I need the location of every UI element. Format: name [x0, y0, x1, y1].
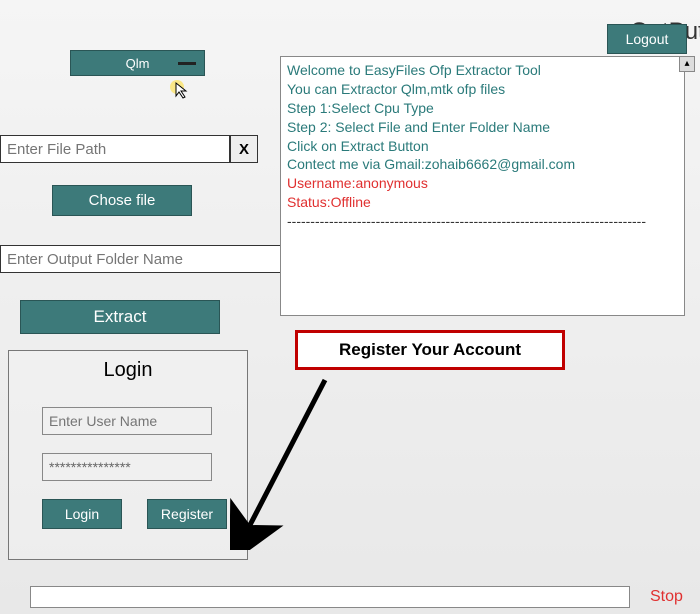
scroll-up-button[interactable]: ▴: [679, 56, 695, 72]
extract-button[interactable]: Extract: [20, 300, 220, 334]
cursor-icon: [170, 80, 192, 102]
cpu-type-dropdown[interactable]: Qlm: [70, 50, 205, 76]
annotation-callout: Register Your Account: [295, 330, 565, 370]
progress-bar: [30, 586, 630, 608]
annotation-text: Register Your Account: [339, 340, 521, 360]
stop-button[interactable]: Stop: [650, 588, 683, 606]
log-status: Status:Offline: [287, 193, 678, 212]
clear-filepath-button[interactable]: X: [230, 135, 258, 163]
choose-file-button[interactable]: Chose file: [52, 185, 192, 216]
dropdown-caret-icon: [178, 62, 196, 65]
login-title: Login: [17, 359, 239, 382]
register-button[interactable]: Register: [147, 499, 227, 529]
log-username: Username:anonymous: [287, 174, 678, 193]
logout-button[interactable]: Logout: [607, 24, 687, 54]
log-line: Welcome to EasyFiles Ofp Extractor Tool: [287, 61, 678, 80]
login-panel: Login Login Register: [8, 350, 248, 560]
cpu-selected-label: Qlm: [126, 56, 150, 71]
password-input[interactable]: [42, 453, 212, 481]
log-divider: ----------------------------------------…: [287, 212, 678, 231]
login-button[interactable]: Login: [42, 499, 122, 529]
log-line: Step 1:Select Cpu Type: [287, 99, 678, 118]
file-path-input[interactable]: [0, 135, 230, 163]
output-log: Welcome to EasyFiles Ofp Extractor Tool …: [280, 56, 685, 316]
log-line: Click on Extract Button: [287, 137, 678, 156]
output-folder-input[interactable]: [0, 245, 295, 273]
bottom-bar: Stop: [0, 579, 700, 614]
log-line: You can Extractor Qlm,mtk ofp files: [287, 80, 678, 99]
log-line: Step 2: Select File and Enter Folder Nam…: [287, 118, 678, 137]
username-input[interactable]: [42, 407, 212, 435]
log-line: Contect me via Gmail:zohaib6662@gmail.co…: [287, 155, 678, 174]
